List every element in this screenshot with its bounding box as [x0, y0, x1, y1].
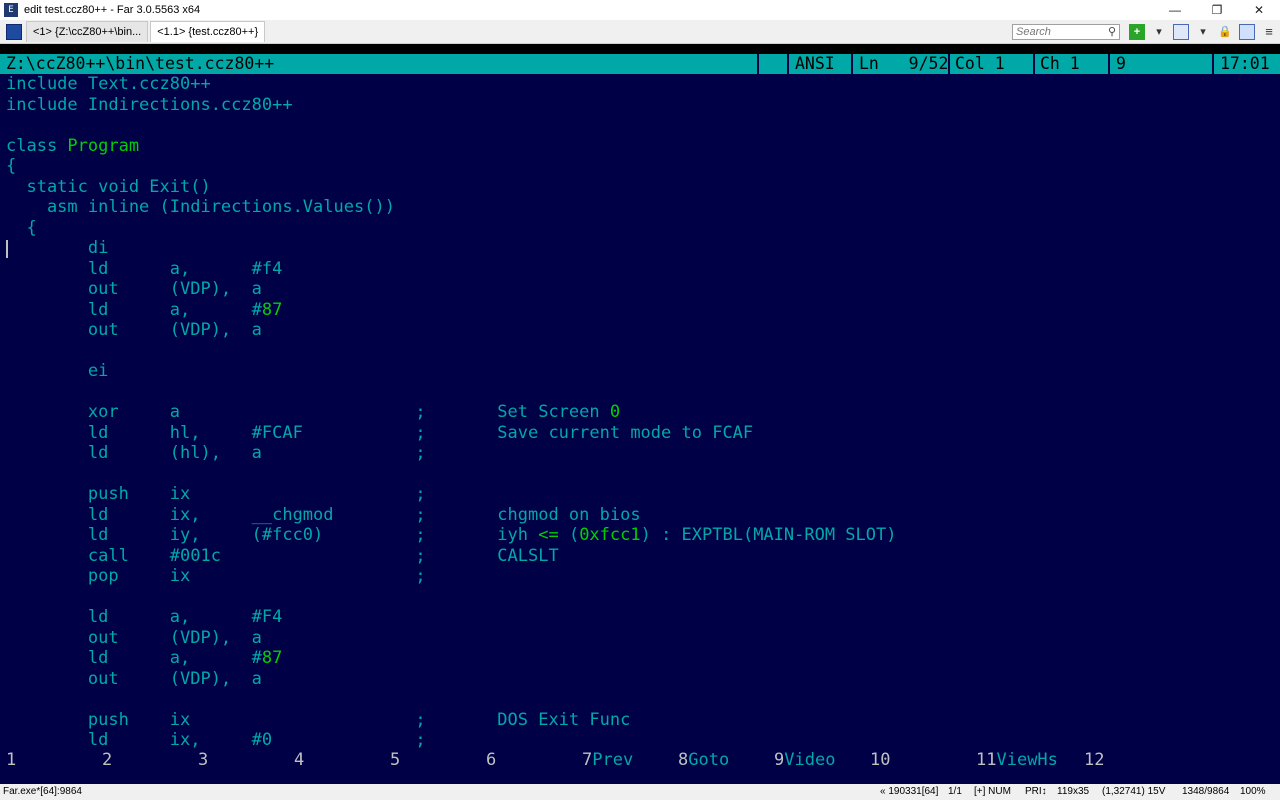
window-title: edit test.ccz80++ - Far 3.0.5563 x64 — [24, 4, 201, 16]
new-console-dropdown-icon[interactable]: ▾ — [1151, 24, 1167, 40]
function-key-7[interactable]: 7Prev — [582, 750, 633, 770]
code-line[interactable]: xor a ; Set Screen 0 — [6, 402, 1280, 423]
tab-panel[interactable]: <1> {Z:\ccZ80++\bin... — [26, 21, 149, 42]
code-line[interactable]: ei — [6, 361, 1280, 382]
window-title-bar: E edit test.ccz80++ - Far 3.0.5563 x64 —… — [0, 0, 1280, 20]
split-view-icon[interactable] — [1239, 23, 1255, 40]
function-key-8[interactable]: 8Goto — [678, 750, 729, 770]
file-path: Z:\ccZ80++\bin\test.ccz80++ — [6, 54, 275, 73]
code-line[interactable]: push ix ; — [6, 484, 1280, 505]
function-key-3[interactable]: 3 — [198, 750, 208, 770]
function-key-4[interactable]: 4 — [294, 750, 304, 770]
code-line[interactable]: out (VDP), a — [6, 320, 1280, 341]
search-placeholder: Search — [1016, 25, 1051, 38]
text-cursor — [6, 240, 8, 258]
process-info: Far.exe*[64]:9864 — [3, 786, 82, 797]
far-app-icon: E — [4, 3, 18, 17]
code-line[interactable]: ld hl, #FCAF ; Save current mode to FCAF — [6, 423, 1280, 444]
editor-console[interactable]: Z:\ccZ80++\bin\test.ccz80++ ANSI Ln 9/52… — [0, 54, 1280, 780]
conemu-status-bar: Far.exe*[64]:9864 « 190331[64] 1/1 [+] N… — [0, 784, 1280, 800]
new-console-icon[interactable]: + — [1129, 23, 1145, 40]
code-line[interactable]: call #001c ; CALSLT — [6, 546, 1280, 567]
function-key-11[interactable]: 11ViewHs — [976, 750, 1058, 770]
code-line[interactable]: ld a, #F4 — [6, 607, 1280, 628]
tab-editor[interactable]: <1.1> {test.ccz80++} — [150, 21, 266, 42]
clock: 17:01 — [1220, 54, 1270, 73]
column-indicator: Col 1 — [955, 54, 1005, 73]
function-key-9[interactable]: 9Video — [774, 750, 835, 770]
code-line[interactable]: ld ix, #0 ; — [6, 730, 1280, 751]
code-line[interactable]: push ix ; DOS Exit Func — [6, 710, 1280, 731]
code-line[interactable]: static void Exit() — [6, 177, 1280, 198]
code-line[interactable]: pop ix ; — [6, 566, 1280, 587]
code-line[interactable] — [6, 115, 1280, 136]
code-line[interactable]: di — [6, 238, 1280, 259]
minimize-button[interactable]: — — [1154, 0, 1196, 20]
code-line[interactable]: out (VDP), a — [6, 669, 1280, 690]
line-indicator: Ln 9/52 — [859, 54, 949, 73]
code-line[interactable] — [6, 341, 1280, 362]
restore-button[interactable]: ❐ — [1196, 0, 1238, 20]
process-id: 1348/9864 — [1182, 786, 1230, 797]
lock-icon[interactable]: 🔒 — [1217, 24, 1233, 40]
search-icon[interactable]: ⚲ — [1108, 25, 1116, 38]
code-line[interactable] — [6, 587, 1280, 608]
code-line[interactable]: ld a, #f4 — [6, 259, 1280, 280]
code-line[interactable]: include Indirections.ccz80++ — [6, 95, 1280, 116]
console-icon[interactable] — [6, 23, 22, 40]
code-line[interactable] — [6, 382, 1280, 403]
code-line[interactable]: ld (hl), a ; — [6, 443, 1280, 464]
close-button[interactable]: ✕ — [1238, 0, 1280, 20]
tab-bar: <1> {Z:\ccZ80++\bin... <1.1> {test.ccz80… — [0, 20, 1280, 44]
editor-status-line: Z:\ccZ80++\bin\test.ccz80++ ANSI Ln 9/52… — [0, 54, 1280, 74]
zoom-level: 100% — [1240, 786, 1266, 797]
console-pages: 1/1 — [948, 786, 962, 797]
function-key-bar: 1 2 3 4 5 6 7Prev 8Goto 9Video 10 11ViewHs 12 — [0, 750, 1280, 770]
code-line[interactable]: out (VDP), a — [6, 628, 1280, 649]
char-indicator: Ch 1 — [1040, 54, 1080, 73]
window-list-icon[interactable] — [1173, 23, 1189, 40]
code-line[interactable]: { — [6, 156, 1280, 177]
function-key-5[interactable]: 5 — [390, 750, 400, 770]
code-line[interactable]: ld ix, __chgmod ; chgmod on bios — [6, 505, 1280, 526]
code-line[interactable]: ld a, #87 — [6, 648, 1280, 669]
window-list-dropdown-icon[interactable]: ▾ — [1195, 24, 1211, 40]
code-line[interactable]: ld a, #87 — [6, 300, 1280, 321]
code-line[interactable] — [6, 464, 1280, 485]
code-line[interactable]: { — [6, 218, 1280, 239]
priority: PRI↕ — [1025, 786, 1047, 797]
code-line[interactable] — [6, 689, 1280, 710]
code-line[interactable]: class Program — [6, 136, 1280, 157]
function-key-6[interactable]: 6 — [486, 750, 496, 770]
code-line[interactable]: out (VDP), a — [6, 279, 1280, 300]
encoding: ANSI — [795, 54, 835, 73]
function-key-12[interactable]: 12 — [1084, 750, 1104, 770]
console-size: 119x35 — [1057, 786, 1090, 797]
function-key-1[interactable]: 1 — [6, 750, 16, 770]
menu-icon[interactable]: ≡ — [1261, 24, 1277, 40]
char-code: 9 — [1116, 54, 1126, 73]
function-key-2[interactable]: 2 — [102, 750, 112, 770]
code-line[interactable]: ld iy, (#fcc0) ; iyh <= (0xfcc1) : EXPTB… — [6, 525, 1280, 546]
code-area[interactable]: include Text.ccz80++ include Indirections… — [6, 74, 1280, 751]
num-lock: [+] NUM — [974, 786, 1011, 797]
code-line[interactable]: include Text.ccz80++ — [6, 74, 1280, 95]
search-input[interactable]: Search ⚲ — [1012, 23, 1120, 40]
function-key-10[interactable]: 10 — [870, 750, 890, 770]
buffer-position: « 190331[64] — [880, 786, 939, 797]
cursor-coords: (1,32741) 15V — [1102, 786, 1166, 797]
code-line[interactable]: asm inline (Indirections.Values()) — [6, 197, 1280, 218]
